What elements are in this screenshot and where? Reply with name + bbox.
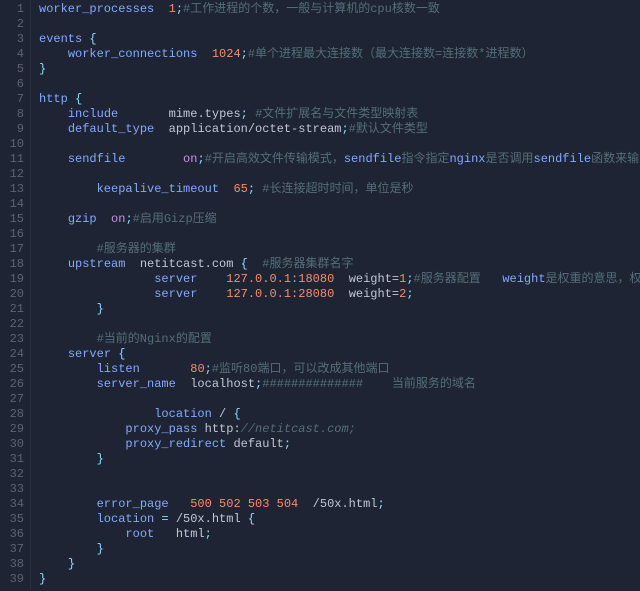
- code-line[interactable]: [39, 317, 640, 332]
- line-number: 37: [4, 542, 24, 557]
- code-line[interactable]: gzip on;#启用Gizp压缩: [39, 212, 640, 227]
- line-number: 39: [4, 572, 24, 587]
- code-line[interactable]: #服务器的集群: [39, 242, 640, 257]
- code-line[interactable]: }: [39, 302, 640, 317]
- line-number: 16: [4, 227, 24, 242]
- code-line[interactable]: server {: [39, 347, 640, 362]
- code-line[interactable]: server 127.0.0.1:28080 weight=2;: [39, 287, 640, 302]
- code-line[interactable]: }: [39, 542, 640, 557]
- code-line[interactable]: [39, 392, 640, 407]
- line-number: 12: [4, 167, 24, 182]
- code-line[interactable]: location = /50x.html {: [39, 512, 640, 527]
- line-number: 4: [4, 47, 24, 62]
- line-number: 7: [4, 92, 24, 107]
- code-line[interactable]: events {: [39, 32, 640, 47]
- code-line[interactable]: }: [39, 557, 640, 572]
- line-number: 28: [4, 407, 24, 422]
- line-number: 15: [4, 212, 24, 227]
- code-line[interactable]: proxy_pass http://netitcast.com;: [39, 422, 640, 437]
- line-number: 13: [4, 182, 24, 197]
- line-number: 22: [4, 317, 24, 332]
- code-line[interactable]: }: [39, 572, 640, 587]
- code-editor[interactable]: 1234567891011121314151617181920212223242…: [0, 0, 640, 589]
- line-number: 31: [4, 452, 24, 467]
- code-line[interactable]: [39, 482, 640, 497]
- line-number: 35: [4, 512, 24, 527]
- code-line[interactable]: [39, 227, 640, 242]
- code-line[interactable]: [39, 137, 640, 152]
- code-line[interactable]: root html;: [39, 527, 640, 542]
- line-number: 34: [4, 497, 24, 512]
- code-line[interactable]: [39, 167, 640, 182]
- code-line[interactable]: location / {: [39, 407, 640, 422]
- code-line[interactable]: [39, 77, 640, 92]
- line-number: 29: [4, 422, 24, 437]
- line-number: 18: [4, 257, 24, 272]
- code-line[interactable]: server_name localhost;############## 当前服…: [39, 377, 640, 392]
- code-line[interactable]: }: [39, 62, 640, 77]
- code-line[interactable]: #当前的Nginx的配置: [39, 332, 640, 347]
- line-number: 21: [4, 302, 24, 317]
- code-line[interactable]: [39, 467, 640, 482]
- line-number: 1: [4, 2, 24, 17]
- line-number: 10: [4, 137, 24, 152]
- line-number: 27: [4, 392, 24, 407]
- code-line[interactable]: worker_connections 1024;#单个进程最大连接数（最大连接数…: [39, 47, 640, 62]
- line-number: 14: [4, 197, 24, 212]
- line-number: 11: [4, 152, 24, 167]
- line-number: 19: [4, 272, 24, 287]
- code-line[interactable]: include mime.types; #文件扩展名与文件类型映射表: [39, 107, 640, 122]
- line-number: 8: [4, 107, 24, 122]
- line-number: 38: [4, 557, 24, 572]
- line-number: 17: [4, 242, 24, 257]
- code-line[interactable]: http {: [39, 92, 640, 107]
- line-number: 33: [4, 482, 24, 497]
- line-number: 2: [4, 17, 24, 32]
- line-number: 25: [4, 362, 24, 377]
- code-line[interactable]: default_type application/octet-stream;#默…: [39, 122, 640, 137]
- code-line[interactable]: [39, 197, 640, 212]
- code-line[interactable]: keepalive_timeout 65; #长连接超时时间，单位是秒: [39, 182, 640, 197]
- line-number: 23: [4, 332, 24, 347]
- line-number: 6: [4, 77, 24, 92]
- line-number: 36: [4, 527, 24, 542]
- line-number: 26: [4, 377, 24, 392]
- line-number-gutter: 1234567891011121314151617181920212223242…: [0, 0, 31, 589]
- code-line[interactable]: upstream netitcast.com { #服务器集群名字: [39, 257, 640, 272]
- code-line[interactable]: worker_processes 1;#工作进程的个数，一般与计算机的cpu核数…: [39, 2, 640, 17]
- line-number: 3: [4, 32, 24, 47]
- line-number: 5: [4, 62, 24, 77]
- code-line[interactable]: sendfile on;#开启高效文件传输模式，sendfile指令指定ngin…: [39, 152, 640, 167]
- code-line[interactable]: proxy_redirect default;: [39, 437, 640, 452]
- line-number: 9: [4, 122, 24, 137]
- code-line[interactable]: listen 80;#监听80端口，可以改成其他端口: [39, 362, 640, 377]
- code-area[interactable]: worker_processes 1;#工作进程的个数，一般与计算机的cpu核数…: [31, 0, 640, 589]
- line-number: 32: [4, 467, 24, 482]
- line-number: 20: [4, 287, 24, 302]
- code-line[interactable]: server 127.0.0.1:18080 weight=1;#服务器配置 w…: [39, 272, 640, 287]
- code-line[interactable]: }: [39, 452, 640, 467]
- code-line[interactable]: [39, 17, 640, 32]
- code-line[interactable]: error_page 500 502 503 504 /50x.html;: [39, 497, 640, 512]
- line-number: 30: [4, 437, 24, 452]
- line-number: 24: [4, 347, 24, 362]
